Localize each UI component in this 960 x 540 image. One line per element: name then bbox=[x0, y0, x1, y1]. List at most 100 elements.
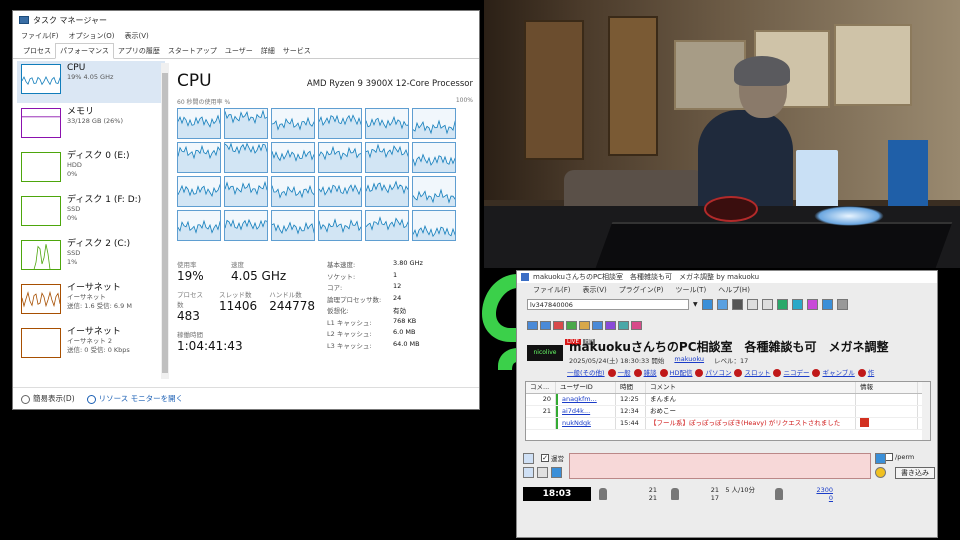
sidebar-item[interactable]: メモリ 33/128 GB (26%) bbox=[17, 105, 165, 147]
tag-label: 作 bbox=[867, 369, 875, 377]
task-manager-titlebar[interactable]: タスク マネージャー bbox=[13, 11, 479, 29]
comment-row[interactable]: 21 ai7d4k... 12:34 おめこー bbox=[526, 406, 930, 418]
thread-count: 11406 bbox=[219, 299, 258, 313]
comment-viewer-titlebar[interactable]: makuokuさんちのPC相談室 各種雑談も可 メガネ調整 by makuoku bbox=[517, 271, 937, 283]
live-info-icons bbox=[527, 321, 657, 330]
col-comment[interactable]: コメント bbox=[646, 382, 856, 393]
sidebar-item[interactable]: ディスク 2 (C:) SSD 1% bbox=[17, 237, 165, 279]
comment-user-id[interactable]: ai7d4k... bbox=[556, 406, 616, 417]
sidebar-item-detail: HDD bbox=[67, 161, 82, 169]
gear-icon[interactable] bbox=[836, 298, 848, 310]
points-value[interactable]: 2300 bbox=[791, 486, 833, 494]
sidebar-scrollbar-thumb[interactable] bbox=[162, 73, 168, 373]
cv-menu-plugin[interactable]: プラグイン(P) bbox=[619, 285, 664, 295]
core-graph bbox=[177, 210, 221, 241]
info-icon[interactable] bbox=[605, 321, 616, 330]
comment-user-id[interactable]: anagkfm... bbox=[556, 394, 616, 405]
sidebar-item[interactable]: CPU 19% 4.05 GHz bbox=[17, 61, 165, 103]
cv-menu-tools[interactable]: ツール(T) bbox=[675, 285, 706, 295]
info-icon[interactable] bbox=[631, 321, 642, 330]
col-time[interactable]: 時間 bbox=[616, 382, 646, 393]
menu-options[interactable]: オプション(O) bbox=[69, 31, 115, 41]
tab-performance[interactable]: パフォーマンス bbox=[55, 43, 114, 59]
sidebar-item[interactable]: ディスク 0 (E:) HDD 0% bbox=[17, 149, 165, 191]
cv-menu-file[interactable]: ファイル(F) bbox=[533, 285, 571, 295]
owner-link[interactable]: makuoku bbox=[674, 355, 704, 365]
tag-link[interactable]: ギャンブル bbox=[812, 367, 855, 377]
info-icon[interactable] bbox=[540, 321, 551, 330]
tag-label: 一般(その他) bbox=[567, 369, 605, 377]
tag-label: 雑談 bbox=[643, 369, 657, 377]
points-value-2[interactable]: 0 bbox=[791, 494, 833, 502]
tab-services[interactable]: サービス bbox=[279, 44, 315, 58]
comment-row[interactable]: 20 anagkfm... 12:25 まんまん bbox=[526, 394, 930, 406]
perm-checkbox[interactable]: /perm bbox=[885, 453, 914, 461]
list-icon[interactable] bbox=[537, 467, 548, 478]
tab-app-history[interactable]: アプリの履歴 bbox=[114, 44, 164, 58]
live-id-input[interactable]: lv347840006 bbox=[527, 298, 689, 310]
info-icon[interactable] bbox=[592, 321, 603, 330]
sidebar-item[interactable]: イーサネット イーサネット 送信: 1.6 受信: 6.9 M bbox=[17, 281, 165, 323]
tag-link[interactable]: パソコン bbox=[695, 367, 731, 377]
window-icon[interactable] bbox=[551, 467, 562, 478]
tab-processes[interactable]: プロセス bbox=[19, 44, 55, 58]
update-icon[interactable] bbox=[716, 298, 728, 310]
tab-details[interactable]: 詳細 bbox=[257, 44, 279, 58]
share-icon[interactable] bbox=[791, 298, 803, 310]
owner-level: レベル：17 bbox=[714, 357, 749, 365]
cv-menu-view[interactable]: 表示(V) bbox=[583, 285, 607, 295]
operator-checkbox[interactable]: ✓ 運営 bbox=[541, 453, 564, 463]
toolbar-icon[interactable] bbox=[746, 298, 758, 310]
spec-value: 有効 bbox=[393, 307, 406, 315]
resource-monitor-link[interactable]: リソース モニターを開く bbox=[86, 393, 183, 404]
connect-icon[interactable] bbox=[701, 298, 713, 310]
col-number[interactable]: コメ... bbox=[526, 382, 556, 393]
cv-menu-help[interactable]: ヘルプ(H) bbox=[718, 285, 750, 295]
window-icon[interactable] bbox=[821, 298, 833, 310]
tag-link[interactable]: ニコデー bbox=[773, 367, 809, 377]
tag-link[interactable]: 作 bbox=[857, 367, 875, 377]
comment-number: 21 bbox=[526, 406, 556, 417]
dropdown-arrow-icon[interactable]: ▼ bbox=[693, 301, 698, 308]
tab-users[interactable]: ユーザー bbox=[221, 44, 257, 58]
disconnect-icon[interactable] bbox=[731, 298, 743, 310]
tag-link[interactable]: 一般 bbox=[607, 367, 631, 377]
col-user-id[interactable]: ユーザーID bbox=[556, 382, 616, 393]
comment-table-scrollbar[interactable] bbox=[922, 382, 930, 440]
comment-row[interactable]: nukNdgk 15:44 【フール系】ぽっぽっぽっぽき(Heavy) がリクエスト… bbox=[526, 418, 930, 430]
pen-icon[interactable] bbox=[875, 453, 886, 464]
info-icon[interactable] bbox=[566, 321, 577, 330]
keyboard-icon[interactable] bbox=[523, 467, 534, 478]
info-icon[interactable] bbox=[527, 321, 538, 330]
speech-icon[interactable] bbox=[776, 298, 788, 310]
clock: 18:03 bbox=[523, 487, 591, 501]
tag-link[interactable]: 雑談 bbox=[633, 367, 657, 377]
usage-label: 使用率 bbox=[177, 261, 197, 269]
sidebar-item[interactable]: ディスク 1 (F: D:) SSD 0% bbox=[17, 193, 165, 235]
toolbar-icon[interactable] bbox=[761, 298, 773, 310]
spec-key: コア: bbox=[327, 284, 343, 292]
tag-link[interactable]: HD配信 bbox=[659, 367, 692, 377]
info-icon[interactable] bbox=[553, 321, 564, 330]
info-icon[interactable] bbox=[579, 321, 590, 330]
sidebar-item[interactable]: イーサネット イーサネット 2 送信: 0 受信: 0 Kbps bbox=[17, 325, 165, 367]
perm-check-icon bbox=[885, 453, 893, 461]
send-button[interactable]: 書き込み bbox=[895, 467, 935, 479]
tag-link[interactable]: スロット bbox=[734, 367, 770, 377]
info-icon[interactable] bbox=[618, 321, 629, 330]
menu-file[interactable]: ファイル(F) bbox=[21, 31, 59, 41]
settings-icon[interactable] bbox=[806, 298, 818, 310]
simple-view-button[interactable]: 簡易表示(D) bbox=[21, 393, 75, 404]
menu-view[interactable]: 表示(V) bbox=[124, 31, 148, 41]
tag-link[interactable]: 一般(その他) bbox=[567, 367, 605, 377]
comment-user-id[interactable]: nukNdgk bbox=[556, 418, 616, 429]
core-graph bbox=[271, 108, 315, 139]
col-info[interactable]: 情報 bbox=[856, 382, 918, 393]
tab-startup[interactable]: スタートアップ bbox=[164, 44, 221, 58]
smiley-icon[interactable] bbox=[875, 467, 886, 478]
sidebar-scrollbar[interactable] bbox=[161, 63, 169, 379]
comment-input[interactable] bbox=[569, 453, 871, 479]
anonymous-icon[interactable] bbox=[523, 453, 534, 464]
sidebar-graph bbox=[21, 284, 61, 314]
tag-icon bbox=[812, 369, 821, 377]
